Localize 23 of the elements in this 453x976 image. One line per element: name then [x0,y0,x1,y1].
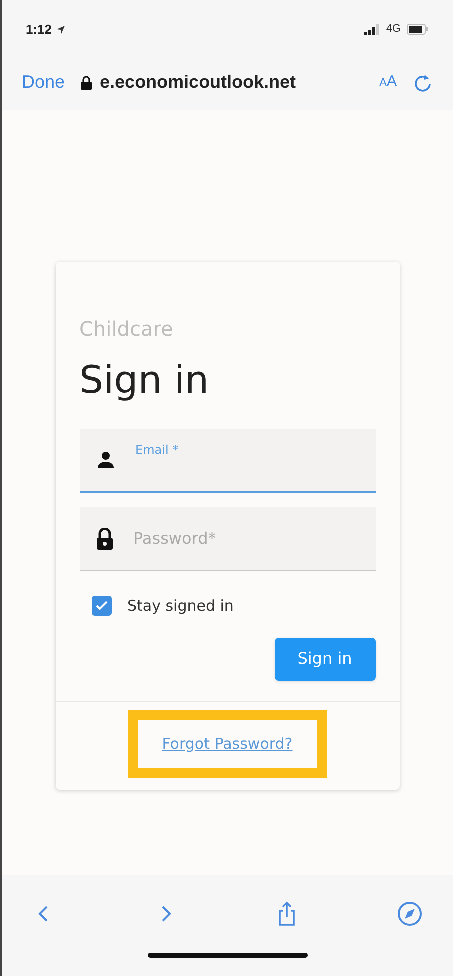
field-placeholder: Password* [134,528,216,550]
done-button[interactable]: Done [22,69,66,96]
battery-icon [407,24,429,35]
signal-icon [364,24,380,35]
checkbox[interactable] [92,596,112,616]
email-field[interactable]: Email * [80,429,376,493]
app-name: Childcare [80,316,174,343]
network-label: 4G [386,22,401,38]
person-icon [96,450,116,470]
floating-label: Email * [136,442,179,459]
compass-icon[interactable] [396,901,423,927]
password-field[interactable]: Password* [80,507,376,571]
page-title: Sign in [80,357,210,404]
reload-icon[interactable] [413,72,433,92]
url-text[interactable]: e.economicoutlook.net [100,69,296,96]
forgot-password-link[interactable]: Forgot Password? [162,734,293,752]
checkbox-label: Stay signed in [128,596,234,617]
lock-icon [96,528,114,550]
sign-in-button[interactable]: Sign in [274,638,376,680]
status-time: 1:12 [26,20,52,39]
text-size-button[interactable]: AA [380,71,397,94]
location-arrow-icon [56,24,66,34]
lock-icon [81,76,92,90]
